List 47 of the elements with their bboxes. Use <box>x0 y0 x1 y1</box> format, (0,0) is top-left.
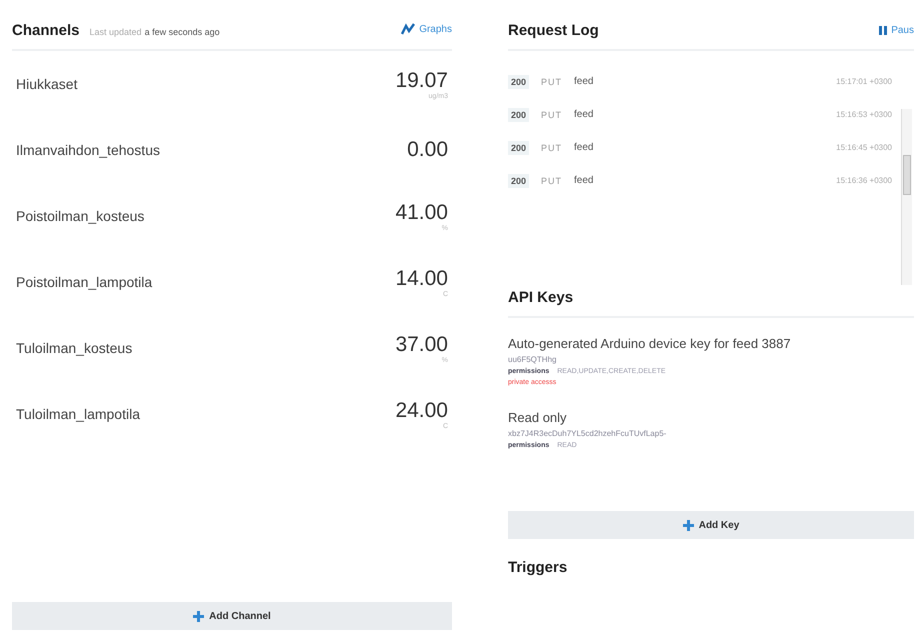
request-path: feed <box>574 109 594 120</box>
channel-name: Poistoilman_lampotila <box>16 274 152 290</box>
api-key: xbz7J4R3ecDuh7YL5cd2hzehFcuTUvfLap5- <box>508 429 914 438</box>
scrollbar-thumb[interactable] <box>903 155 911 195</box>
status-code: 200 <box>508 108 530 122</box>
section-title: Request Log <box>508 22 599 39</box>
channel-value: 19.07 <box>395 68 448 92</box>
http-method: PUT <box>541 142 562 152</box>
updated-label: Last updated <box>90 27 142 37</box>
updated-time: a few seconds ago <box>144 27 220 37</box>
http-method: PUT <box>541 76 562 86</box>
channel-name: Tuloilman_kosteus <box>16 340 132 356</box>
line-chart-icon <box>401 23 416 35</box>
add-channel-button[interactable]: Add Channel <box>12 602 452 630</box>
key-name: Read only <box>508 410 568 425</box>
request-time: 15:16:36 +0300 <box>836 176 892 185</box>
section-title: Triggers <box>508 559 568 576</box>
api-key: uu6F5QTHhg <box>508 355 914 364</box>
request-path: feed <box>574 175 594 186</box>
status-code: 200 <box>508 174 530 188</box>
channel-value: 37.00 <box>395 332 448 356</box>
request-path: feed <box>574 142 594 153</box>
request-time: 15:17:01 +0300 <box>836 77 892 86</box>
graphs-link[interactable]: Graphs <box>401 23 452 35</box>
status-code: 200 <box>508 140 530 154</box>
add-key-button[interactable]: Add Key <box>508 511 914 539</box>
channel-name: Ilmanvaihdon_tehostus <box>16 142 160 158</box>
channel-value: 24.00 <box>395 398 448 422</box>
channel-value: 0.00 <box>407 138 448 162</box>
plus-icon <box>682 520 694 530</box>
section-title: Channels <box>12 22 80 39</box>
section-title: API Keys <box>508 289 574 306</box>
key-name: Auto-generated Arduino device key for feed 3887 <box>508 336 792 351</box>
request-time: 15:16:45 +0300 <box>836 143 892 152</box>
request-path: feed <box>574 76 594 87</box>
channel-value: 14.00 <box>395 266 448 290</box>
http-method: PUT <box>541 176 562 186</box>
channel-name: Hiukkaset <box>16 76 78 92</box>
request-time: 15:16:53 +0300 <box>836 110 892 119</box>
channel-name: Poistoilman_kosteus <box>16 208 144 224</box>
channel-name: Tuloilman_lampotila <box>16 406 140 422</box>
plus-icon <box>193 610 204 622</box>
channel-value: 41.00 <box>395 200 448 224</box>
pause-icon <box>879 26 888 35</box>
http-method: PUT <box>541 110 562 120</box>
status-code: 200 <box>508 74 530 88</box>
scrollbar[interactable] <box>901 109 912 285</box>
